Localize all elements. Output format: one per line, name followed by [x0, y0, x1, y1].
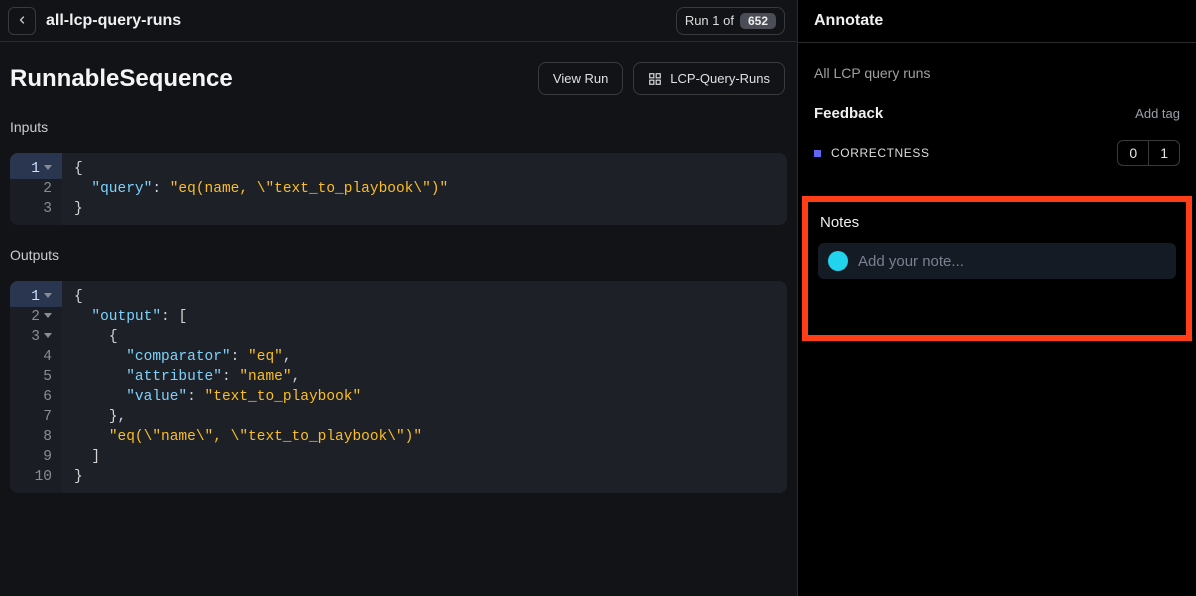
note-input[interactable]: [858, 253, 1166, 270]
tag-button[interactable]: LCP-Query-Runs: [633, 62, 785, 95]
note-input-wrap[interactable]: [818, 243, 1176, 279]
gutter: 8: [10, 427, 62, 447]
view-run-label: View Run: [553, 71, 608, 86]
code-line: 2 "query": "eq(name, \"text_to_playbook\…: [10, 179, 787, 199]
code-line: 4 "comparator": "eq",: [10, 347, 787, 367]
gutter: 4: [10, 347, 62, 367]
outputs-section: Outputs: [0, 225, 797, 281]
code-content: }: [62, 467, 787, 493]
gutter: 1: [10, 281, 62, 307]
annotate-title: Annotate: [798, 0, 1196, 43]
code-line: 6 "value": "text_to_playbook": [10, 387, 787, 407]
square-icon: [814, 150, 821, 157]
gutter: 7: [10, 407, 62, 427]
code-line: 8 "eq(\"name\", \"text_to_playbook\")": [10, 427, 787, 447]
code-content: {: [62, 281, 787, 307]
code-content: {: [62, 327, 787, 347]
code-line: 10}: [10, 467, 787, 493]
inputs-codeblock[interactable]: 1{2 "query": "eq(name, \"text_to_playboo…: [10, 153, 787, 225]
gutter: 10: [10, 467, 62, 493]
gutter: 3: [10, 199, 62, 225]
notes-highlight-box: Notes: [802, 196, 1192, 341]
score-toggle: 0 1: [1117, 140, 1180, 166]
add-tag-button[interactable]: Add tag: [1135, 106, 1180, 121]
correctness-row: CORRECTNESS 0 1: [814, 140, 1180, 166]
gutter: 9: [10, 447, 62, 467]
code-line: 3}: [10, 199, 787, 225]
code-line: 5 "attribute": "name",: [10, 367, 787, 387]
gutter: 1: [10, 153, 62, 179]
code-line: 3 {: [10, 327, 787, 347]
breadcrumb: all-lcp-query-runs: [46, 12, 181, 30]
code-line: 9 ]: [10, 447, 787, 467]
topbar: all-lcp-query-runs Run 1 of 652: [0, 0, 797, 42]
outputs-codeblock[interactable]: 1{2 "output": [3 {4 "comparator": "eq",5…: [10, 281, 787, 493]
annotate-subtitle: All LCP query runs: [814, 65, 1180, 81]
tag-button-label: LCP-Query-Runs: [670, 71, 770, 86]
outputs-label: Outputs: [10, 247, 787, 263]
run-count-badge[interactable]: Run 1 of 652: [676, 7, 785, 35]
notes-label: Notes: [818, 214, 1176, 231]
main-panel: all-lcp-query-runs Run 1 of 652 Runnable…: [0, 0, 798, 596]
correctness-label: CORRECTNESS: [831, 146, 930, 160]
feedback-label: Feedback: [814, 105, 883, 122]
code-content: },: [62, 407, 787, 427]
view-run-button[interactable]: View Run: [538, 62, 623, 95]
gutter: 3: [10, 327, 62, 347]
code-content: }: [62, 199, 787, 225]
code-content: {: [62, 153, 787, 179]
gutter: 5: [10, 367, 62, 387]
code-content: "output": [: [62, 307, 787, 327]
gutter: 2: [10, 307, 62, 327]
code-line: 1{: [10, 153, 787, 179]
inputs-section: Inputs: [0, 105, 797, 153]
gutter: 6: [10, 387, 62, 407]
code-content: "attribute": "name",: [62, 367, 787, 387]
gutter: 2: [10, 179, 62, 199]
page-title: RunnableSequence: [10, 65, 233, 93]
inputs-label: Inputs: [10, 119, 787, 135]
code-line: 2 "output": [: [10, 307, 787, 327]
run-total: 652: [740, 13, 776, 29]
code-line: 7 },: [10, 407, 787, 427]
chevron-left-icon: [16, 13, 28, 29]
code-content: "eq(\"name\", \"text_to_playbook\")": [62, 427, 787, 447]
avatar: [828, 251, 848, 271]
score-0-button[interactable]: 0: [1118, 141, 1148, 165]
code-line: 1{: [10, 281, 787, 307]
score-1-button[interactable]: 1: [1148, 141, 1179, 165]
code-content: ]: [62, 447, 787, 467]
code-content: "comparator": "eq",: [62, 347, 787, 367]
code-content: "value": "text_to_playbook": [62, 387, 787, 407]
back-button[interactable]: [8, 7, 36, 35]
code-content: "query": "eq(name, \"text_to_playbook\")…: [62, 179, 787, 199]
grid-icon: [648, 72, 662, 86]
title-row: RunnableSequence View Run LCP-Query-Runs: [0, 42, 797, 105]
annotate-sidebar: Annotate All LCP query runs Feedback Add…: [798, 0, 1196, 596]
run-of-label: Run 1 of: [685, 13, 734, 28]
